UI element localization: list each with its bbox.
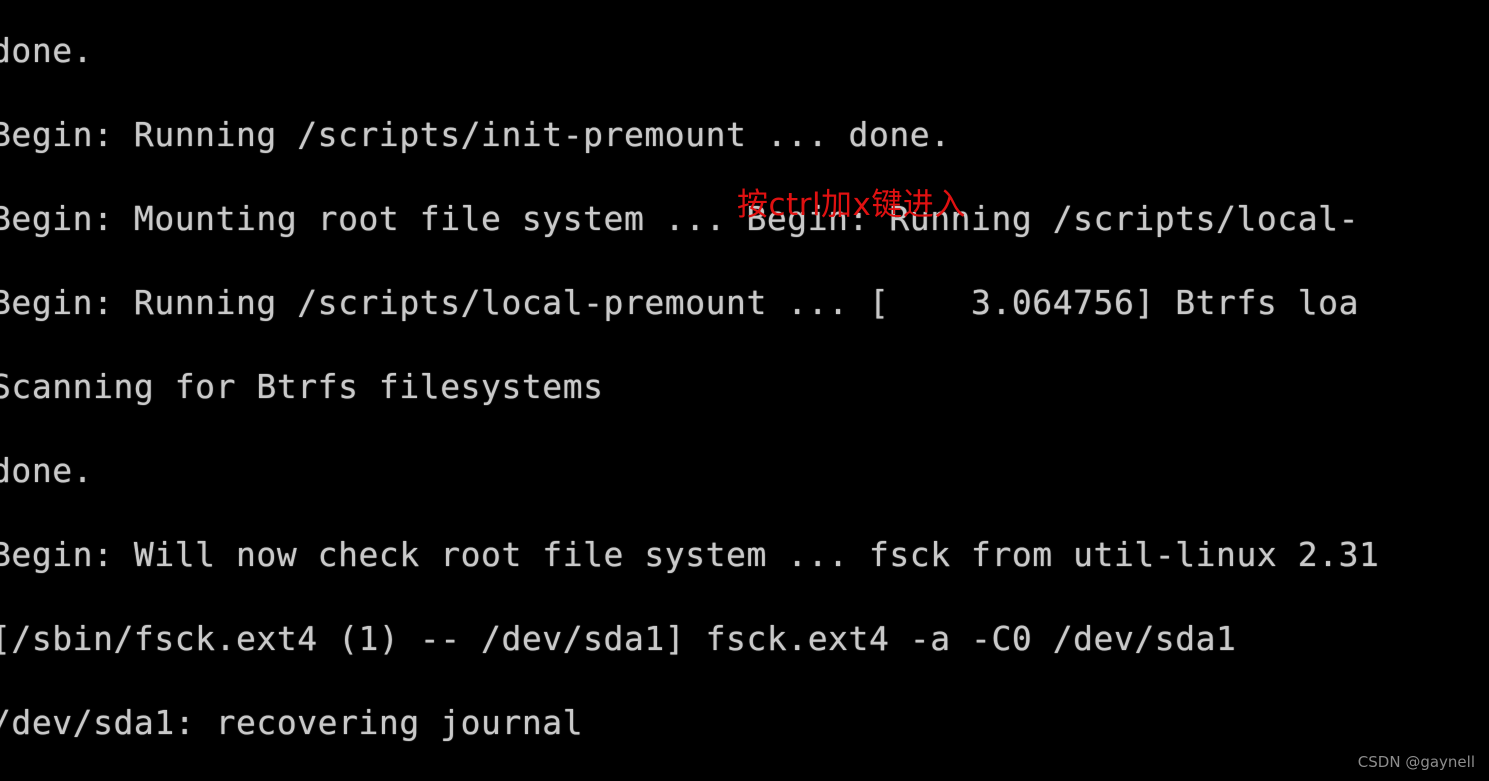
console-line: Begin: Running /scripts/init-premount ..… bbox=[0, 115, 951, 154]
console-line: done. bbox=[0, 451, 94, 490]
console-line: /dev/sda1: recovering journal bbox=[0, 703, 584, 742]
boot-console-screen: done. Begin: Running /scripts/init-premo… bbox=[0, 0, 1489, 781]
console-line: Scanning for Btrfs filesystems bbox=[0, 367, 604, 406]
console-line: Begin: Will now check root file system .… bbox=[0, 535, 1380, 574]
csdn-watermark: CSDN @gaynell bbox=[1357, 753, 1475, 771]
console-line: done. bbox=[0, 31, 94, 70]
console-output: done. Begin: Running /scripts/init-premo… bbox=[0, 0, 1489, 781]
annotation-press-ctrl-x: 按ctrl加x键进入 bbox=[737, 187, 966, 223]
console-line: [/sbin/fsck.ext4 (1) -- /dev/sda1] fsck.… bbox=[0, 619, 1237, 658]
console-line: Begin: Running /scripts/local-premount .… bbox=[0, 283, 1359, 322]
